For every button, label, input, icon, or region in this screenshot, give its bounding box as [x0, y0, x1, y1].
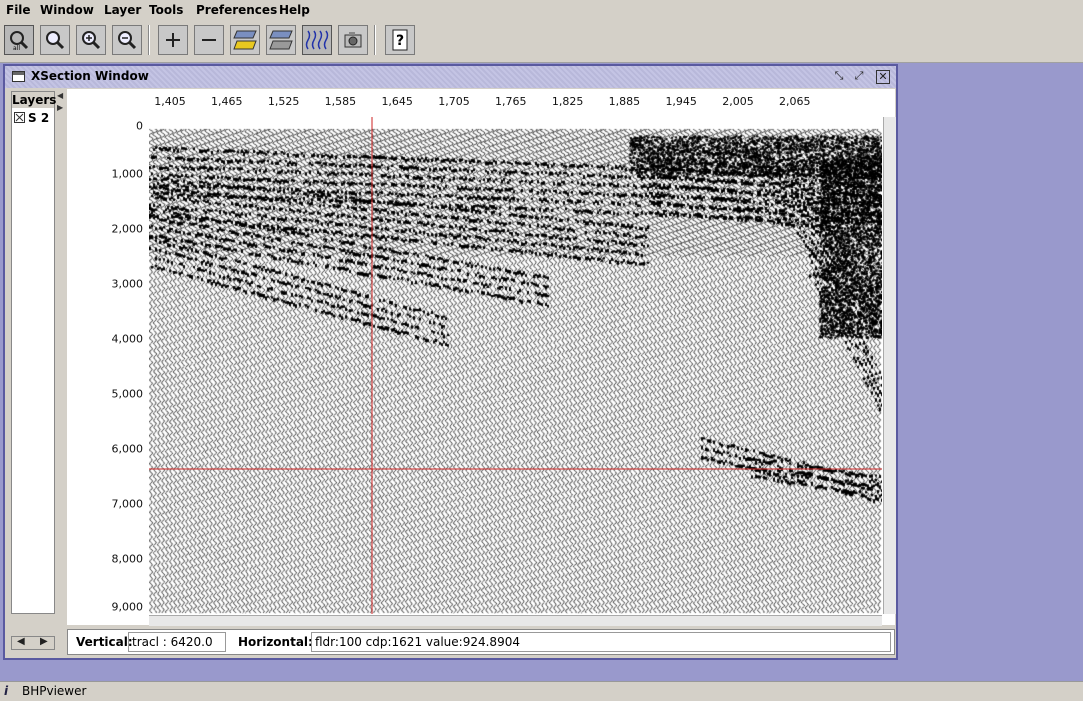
plus-icon — [166, 33, 180, 47]
zoom-out-button[interactable] — [112, 25, 142, 55]
menu-tools[interactable]: Tools — [149, 3, 183, 17]
x-tick-label: 1,465 — [211, 95, 243, 108]
minus-icon — [202, 39, 216, 41]
x-tick-label: 1,645 — [381, 95, 413, 108]
x-tick-label: 1,825 — [551, 95, 584, 108]
layers-panel: Layers S 2 — [11, 91, 57, 614]
y-tick-label: 1,000 — [111, 167, 144, 181]
scroll-left-icon[interactable]: ◀ — [17, 636, 25, 647]
menu-file[interactable]: File — [6, 3, 31, 17]
x-tick-label: 1,585 — [324, 95, 357, 108]
zoom-icon — [46, 31, 65, 50]
zoom-all-button[interactable]: all — [4, 25, 34, 55]
snapshot-button[interactable] — [338, 25, 368, 55]
y-tick-label: 7,000 — [111, 497, 144, 511]
xsection-window: XSection Window ⤡ ⤢ ✕ Layers S 2 ◀ ▶ ◀ ▶… — [3, 64, 898, 660]
x-tick-label: 1,885 — [608, 95, 641, 108]
x-tick-label: 2,005 — [722, 95, 754, 108]
app-name: BHPviewer — [22, 684, 87, 698]
close-icon[interactable]: ✕ — [876, 70, 890, 84]
window-icon — [12, 71, 25, 82]
y-tick-label: 3,000 — [111, 277, 144, 291]
svg-text:?: ? — [396, 33, 404, 49]
expand-right-icon[interactable]: ▶ — [57, 103, 63, 112]
menu-help[interactable]: Help — [279, 3, 310, 17]
x-tick-label: 1,765 — [495, 95, 527, 108]
wiggle-trace-icon — [305, 30, 329, 50]
layer-gray-icon — [269, 30, 293, 50]
zoom-button[interactable] — [40, 25, 70, 55]
status-bar: Vertical: tracl : 6420.0 Horizontal: fld… — [67, 629, 895, 655]
vertical-label: Vertical: — [76, 635, 133, 649]
vertical-scrollbar[interactable] — [883, 117, 896, 614]
seismic-section[interactable] — [149, 117, 882, 614]
app-bar: i BHPviewer — [0, 681, 1083, 701]
y-tick-label: 4,000 — [111, 332, 144, 346]
y-tick-label: 6,000 — [111, 442, 144, 456]
zoom-in-button[interactable] — [76, 25, 106, 55]
collapse-left-icon[interactable]: ◀ — [57, 91, 63, 100]
toolbar-separator — [374, 25, 376, 55]
window-title: XSection Window — [31, 69, 149, 83]
menu-layer[interactable]: Layer — [104, 3, 141, 17]
layer-yellow-button[interactable] — [230, 25, 260, 55]
x-tick-label: 1,405 — [154, 95, 186, 108]
zoom-out-icon — [118, 31, 137, 50]
y-tick-label: 2,000 — [111, 222, 144, 236]
x-tick-label: 2,065 — [779, 95, 811, 108]
help-icon: ? — [392, 29, 408, 51]
minimize-icon[interactable]: ⤡ — [832, 70, 846, 84]
zoom-in-icon — [82, 31, 101, 50]
y-tick-label: 0 — [136, 119, 143, 133]
y-tick-label: 5,000 — [111, 387, 144, 401]
seismic-plot[interactable]: 1,405 1,465 1,525 1,585 1,645 1,705 1,765 1,825… — [67, 89, 896, 626]
layers-header: Layers — [12, 92, 57, 108]
add-button[interactable] — [158, 25, 188, 55]
horizontal-label: Horizontal: — [238, 635, 313, 649]
y-tick-label: 9,000 — [111, 600, 144, 614]
maximize-icon[interactable]: ⤢ — [852, 70, 866, 84]
horizontal-scrollbar[interactable] — [149, 615, 882, 626]
x-tick-label: 1,705 — [438, 95, 470, 108]
layers-scrollbar[interactable]: ◀ ▶ — [11, 636, 55, 650]
scroll-right-icon[interactable]: ▶ — [40, 636, 48, 647]
menu-window[interactable]: Window — [40, 3, 94, 17]
vertical-value: tracl : 6420.0 — [128, 632, 226, 652]
info-icon: i — [4, 684, 9, 698]
y-tick-label: 8,000 — [111, 552, 144, 566]
horizontal-value: fldr:100 cdp:1621 value:924.8904 — [311, 632, 891, 652]
toolbar: all ? — [0, 21, 1083, 63]
layer-label: S 2 — [28, 111, 50, 125]
help-button[interactable]: ? — [385, 25, 415, 55]
menu-preferences[interactable]: Preferences — [196, 3, 277, 17]
toolbar-separator — [148, 25, 150, 55]
layer-checkbox[interactable] — [14, 112, 25, 123]
wiggle-trace-button[interactable] — [302, 25, 332, 55]
zoom-all-icon: all — [10, 31, 29, 51]
remove-button[interactable] — [194, 25, 224, 55]
svg-text:all: all — [13, 45, 20, 51]
menu-bar: File Window Layer Tools Preferences Help — [0, 0, 1083, 21]
panel-splitter[interactable]: ◀ ▶ — [56, 91, 64, 614]
x-tick-label: 1,525 — [267, 95, 300, 108]
x-tick-label: 1,945 — [665, 95, 697, 108]
window-titlebar[interactable]: XSection Window ⤡ ⤢ ✕ — [5, 66, 896, 88]
snapshot-icon — [344, 32, 362, 48]
layer-gray-button[interactable] — [266, 25, 296, 55]
layer-yellow-icon — [233, 30, 257, 50]
layer-item[interactable]: S 2 — [14, 111, 49, 125]
